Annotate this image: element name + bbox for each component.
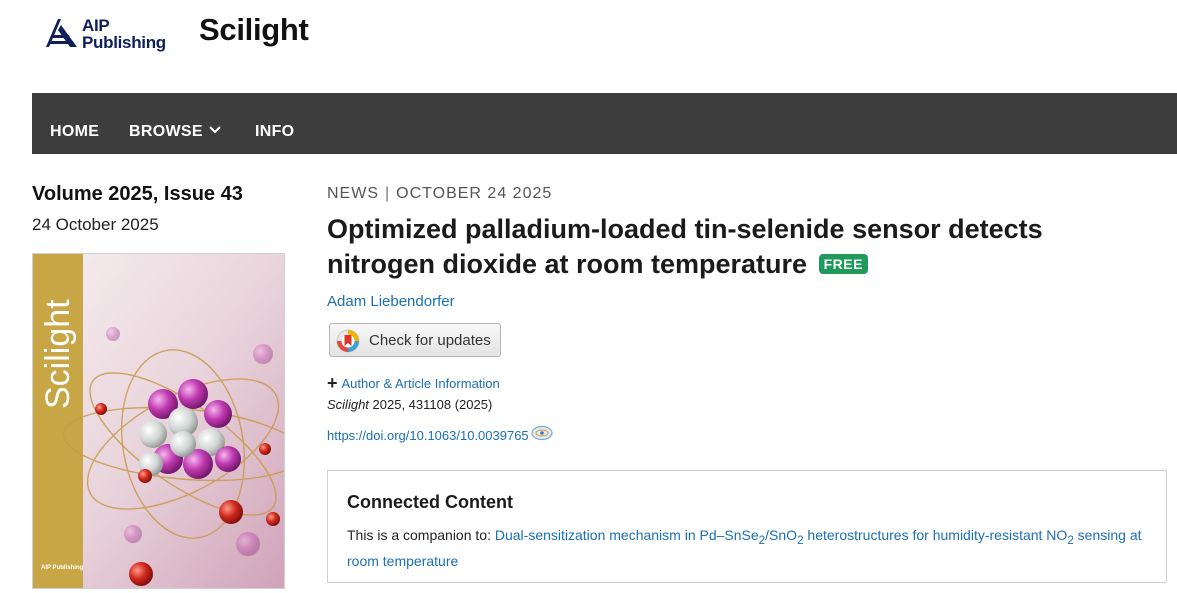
link-text-3: heterostructures for humidity-resistant … [803, 527, 1068, 543]
check-for-updates-label: Check for updates [369, 332, 491, 349]
article-category: NEWS [327, 185, 379, 202]
meta-separator: | [385, 185, 391, 202]
free-badge: FREE [818, 254, 868, 274]
plus-icon: + [327, 373, 338, 393]
check-for-updates-button[interactable]: Check for updates [329, 323, 501, 357]
link-text-2: /SnO [765, 527, 798, 543]
author-article-info-toggle[interactable]: + Author & Article Information [327, 372, 500, 393]
citation-journal: Scilight [327, 397, 369, 412]
connected-content-heading: Connected Content [347, 492, 513, 512]
nav-home-label: HOME [50, 123, 100, 140]
aip-publishing-wordmark: AIP Publishing [82, 16, 166, 52]
crossmark-icon [336, 329, 360, 353]
site-header: AIP Publishing Scilight [0, 0, 1177, 93]
nav-home[interactable]: HOME [50, 123, 99, 141]
issue-cover-image[interactable]: Scilight AIP Publishing [32, 253, 285, 589]
nav-info[interactable]: INFO [255, 123, 294, 141]
article-meta: NEWS | OCTOBER 24 2025 [327, 185, 552, 203]
doi-text: https://doi.org/10.1063/10.0039765 [327, 428, 529, 443]
author-article-info-label: Author & Article Information [341, 376, 500, 391]
site-title[interactable]: Scilight [199, 12, 309, 48]
nav-browse[interactable]: BROWSE [129, 123, 221, 141]
main-nav: HOME BROWSE INFO [32, 93, 1177, 154]
article-title: Optimized palladium-loaded tin-selenide … [327, 212, 1127, 282]
aip-publishing-logo[interactable]: AIP Publishing [44, 17, 174, 53]
link-text-1: Dual-sensitization mechanism in Pd–SnSe [494, 527, 759, 543]
chevron-down-icon [209, 126, 221, 134]
doi-link[interactable]: https://doi.org/10.1063/10.0039765 [327, 424, 554, 443]
companion-note: This is a companion to: Dual-sensitizati… [347, 525, 1147, 572]
aip-logo-icon [46, 19, 77, 47]
citation: Scilight 2025, 431108 (2025) [327, 397, 492, 412]
issue-date: 24 October 2025 [32, 215, 159, 234]
article-title-text: Optimized palladium-loaded tin-selenide … [327, 214, 1043, 279]
issue-title[interactable]: Volume 2025, Issue 43 [32, 183, 243, 206]
cover-title: Scilight [39, 299, 77, 409]
altmetric-icon [531, 425, 553, 441]
citation-details: 2025, 431108 (2025) [368, 397, 493, 412]
nav-browse-label: BROWSE [129, 123, 203, 140]
nav-info-label: INFO [255, 123, 295, 140]
author-link[interactable]: Adam Liebendorfer [327, 293, 455, 310]
cover-publisher-logo: AIP Publishing [41, 565, 84, 571]
companion-prefix: This is a companion to: [347, 527, 495, 543]
article-date: OCTOBER 24 2025 [396, 185, 553, 202]
cover-artwork: Scilight AIP Publishing [33, 254, 284, 588]
connected-content-panel: Connected Content This is a companion to… [327, 470, 1167, 583]
